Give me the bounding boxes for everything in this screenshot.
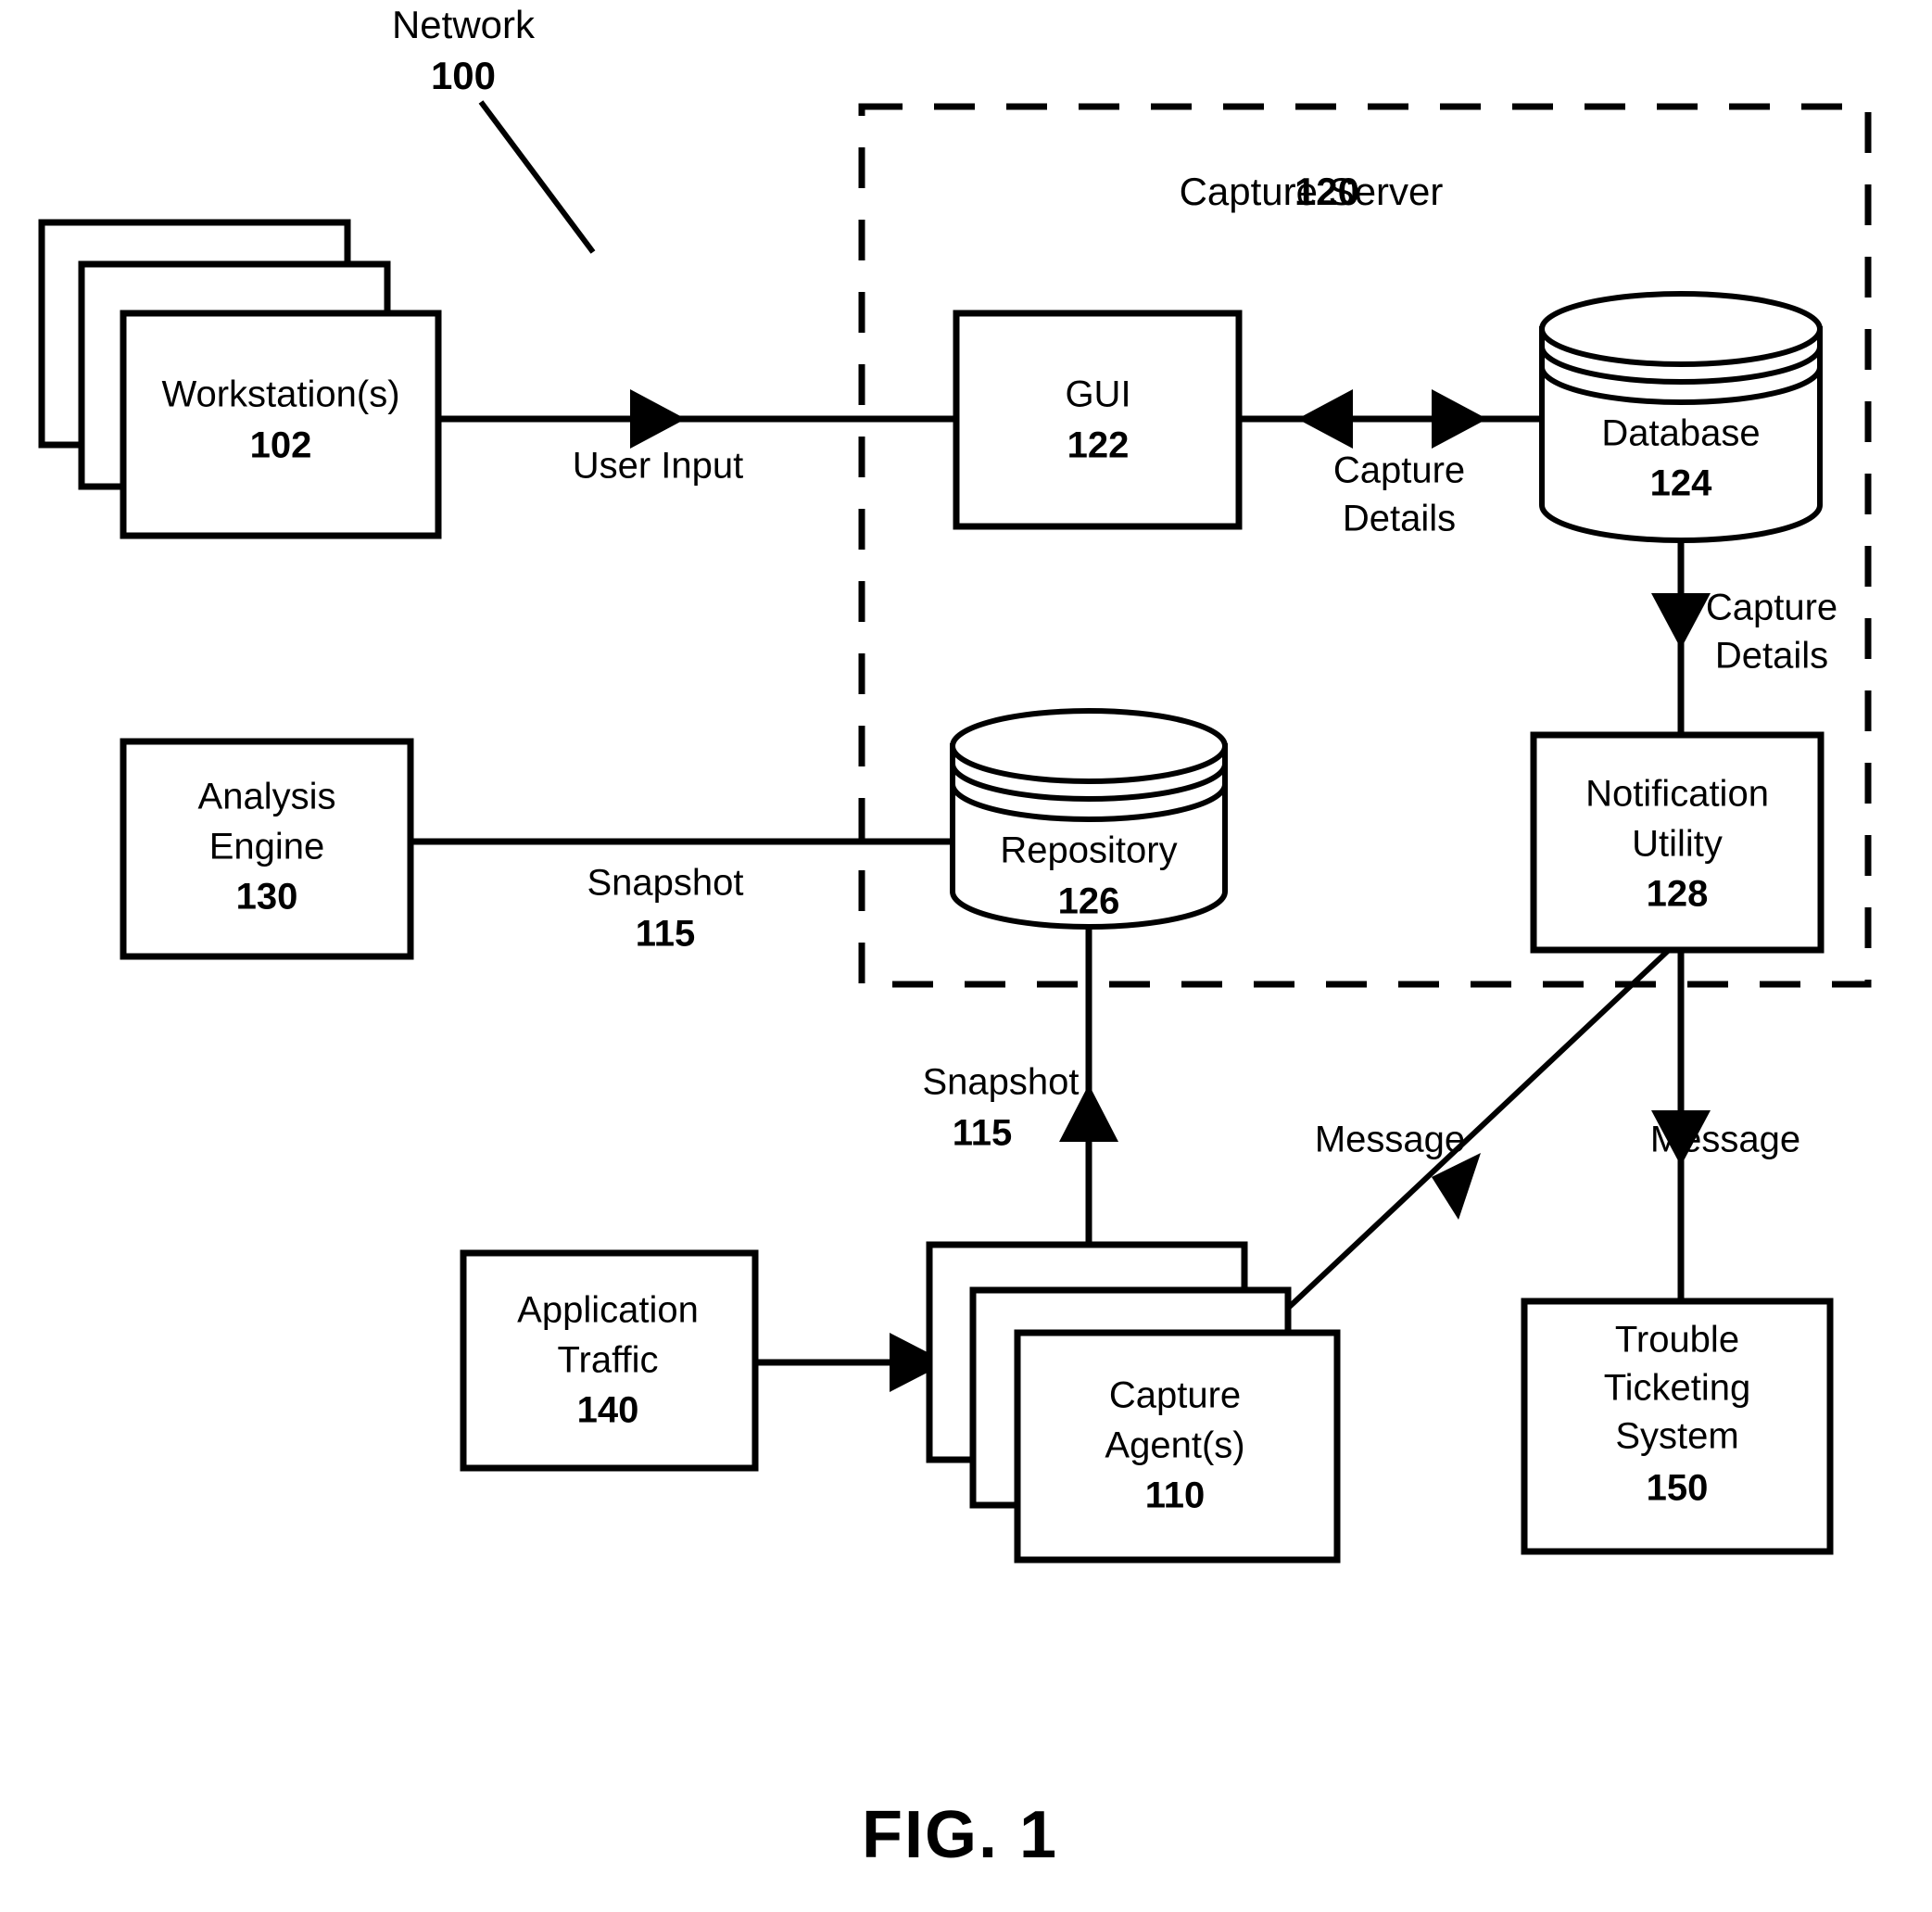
workstations-label: Workstation(s) [161, 374, 399, 415]
workstations-ref: 102 [250, 425, 312, 466]
trouble-ticketing-ref: 150 [1647, 1468, 1709, 1509]
notification-utility-line2: Utility [1632, 824, 1723, 865]
application-traffic-ref: 140 [577, 1390, 639, 1431]
repository-ref: 126 [1058, 881, 1120, 922]
analysis-engine-line2: Engine [209, 827, 325, 867]
snapshot-2-label: Snapshot [922, 1062, 1079, 1103]
gui-node[interactable] [953, 310, 1243, 530]
diagram-canvas: Network 100 Capture Server 120 Workstati… [38, 3, 1872, 1872]
patent-figure: Network 100 Capture Server 120 Workstati… [0, 0, 1932, 1912]
capture-agents-ref: 110 [1145, 1475, 1206, 1516]
network-label: Network [392, 3, 536, 46]
message-1-label: Message [1315, 1120, 1465, 1160]
capture-details-2-line1: Capture [1706, 588, 1837, 628]
database-ref: 124 [1650, 463, 1712, 504]
trouble-ticketing-line1: Trouble [1615, 1320, 1739, 1361]
capture-server-ref: 120 [1294, 170, 1359, 213]
edge-user-input [438, 389, 956, 449]
snapshot-1-label: Snapshot [587, 863, 743, 904]
snapshot-2-ref: 115 [953, 1113, 1013, 1154]
figure-caption: FIG. 1 [862, 1798, 1058, 1872]
notification-utility-line1: Notification [1585, 774, 1769, 815]
notification-utility-ref: 128 [1647, 874, 1709, 915]
network-leader-line [478, 100, 596, 254]
analysis-engine-line1: Analysis [198, 777, 336, 817]
edge-application-traffic-agents [755, 1333, 947, 1392]
gui-ref: 122 [1067, 425, 1130, 466]
trouble-ticketing-line3: System [1615, 1416, 1738, 1457]
network-ref: 100 [431, 54, 496, 97]
snapshot-1-ref: 115 [636, 914, 696, 955]
capture-agents-line1: Capture [1109, 1375, 1241, 1416]
message-2-label: Message [1650, 1120, 1800, 1160]
gui-label: GUI [1065, 374, 1130, 415]
capture-agents-line2: Agent(s) [1105, 1425, 1244, 1466]
edge-capture-details-gui-database [1239, 389, 1549, 449]
database-label: Database [1601, 413, 1760, 454]
capture-details-2-line2: Details [1715, 636, 1828, 677]
trouble-ticketing-line2: Ticketing [1604, 1368, 1751, 1409]
application-traffic-line1: Application [517, 1290, 699, 1331]
user-input-label: User Input [573, 446, 744, 487]
capture-details-1-line1: Capture [1333, 450, 1465, 491]
analysis-engine-ref: 130 [236, 877, 298, 918]
edge-capture-details-database-notification [1651, 540, 1711, 735]
application-traffic-line2: Traffic [558, 1340, 659, 1381]
repository-label: Repository [1000, 830, 1177, 871]
capture-details-1-line2: Details [1343, 499, 1456, 539]
